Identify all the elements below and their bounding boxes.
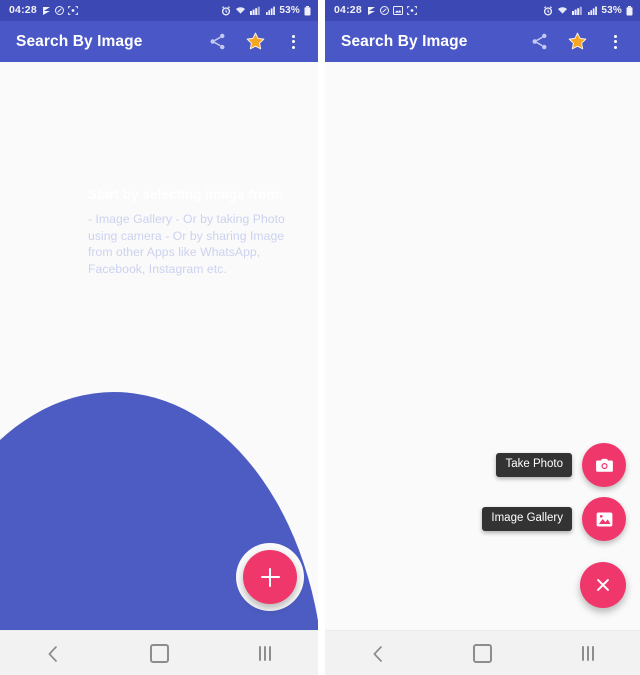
screenshot-capture-icon [406,6,417,15]
right-screen-body: Take Photo Image Gallery [325,62,640,630]
nav-recents[interactable] [235,637,295,671]
battery-icon [626,5,633,16]
nav-home[interactable] [129,637,189,671]
signal-bars-icon [588,6,598,15]
signal-bars-icon [266,6,276,15]
status-bar-left: 04:28 53% [0,0,318,21]
do-not-disturb-icon [379,6,389,15]
speed-dial-item-take-photo[interactable]: Take Photo [496,443,626,487]
s-pen-icon [367,6,376,16]
status-bar-clock: 04:28 [9,4,37,17]
status-bar-notification-icons [367,6,417,16]
recents-bars-icon [581,646,594,661]
system-nav-bar-left [0,630,318,675]
status-bar-right: 04:28 53% [325,0,640,21]
onboarding-headline: Start by selecting image from: [88,187,284,202]
alarm-icon [221,5,231,16]
battery-percent-label: 53% [601,4,622,16]
photo-gallery-icon [596,512,612,526]
nav-home[interactable] [453,637,513,671]
overflow-dots [613,33,617,51]
screenshot-stage: 04:28 53% Search By Image Start by selec… [0,0,640,675]
phone-screen-right: 04:28 53% Search By Image Take Photo Ima… [325,0,640,675]
recents-bars-icon [259,646,271,661]
overflow-menu-icon[interactable] [604,31,626,53]
left-screen-body: Start by selecting image from: - Image G… [0,62,318,630]
app-title: Search By Image [341,32,468,50]
take-photo-fab[interactable] [582,443,626,487]
nav-back[interactable] [23,637,83,671]
dual-sim-signal-icon [572,6,584,15]
image-notification-icon [392,6,403,15]
phone-screen-left: 04:28 53% Search By Image Start by selec… [0,0,318,675]
do-not-disturb-icon [54,6,64,15]
system-nav-bar-right [325,630,640,675]
toolbar-actions [206,31,308,53]
image-gallery-fab[interactable] [582,497,626,541]
speed-dial-item-image-gallery[interactable]: Image Gallery [482,497,626,541]
status-bar-system-icons: 53% [221,4,311,16]
battery-icon [304,5,311,16]
status-bar-notification-icons [42,6,78,16]
onboarding-instructions: - Image Gallery - Or by taking Photo usi… [88,212,285,276]
speed-dial-label-take-photo[interactable]: Take Photo [496,452,572,478]
speed-dial-label-image-gallery[interactable]: Image Gallery [482,506,572,532]
wifi-icon [557,6,568,15]
wifi-icon [235,6,246,15]
nav-recents[interactable] [558,637,618,671]
dual-sim-signal-icon [250,6,262,15]
plus-icon [260,567,280,587]
overflow-dots [291,33,295,51]
share-icon[interactable] [528,31,550,53]
s-pen-icon [42,6,51,16]
nav-back[interactable] [348,637,408,671]
app-toolbar-right: Search By Image [325,21,640,62]
app-title: Search By Image [16,32,143,50]
app-toolbar-left: Search By Image [0,21,318,62]
add-fab[interactable] [243,550,297,604]
status-bar-clock: 04:28 [334,4,362,17]
star-icon[interactable] [566,31,588,53]
screenshot-capture-icon [67,6,78,15]
battery-percent-label: 53% [279,4,300,16]
home-circle-icon [473,644,492,663]
alarm-icon [543,5,553,16]
onboarding-text-block: Start by selecting image from: - Image G… [88,187,303,277]
close-speed-dial-fab[interactable] [580,562,626,608]
status-bar-system-icons: 53% [543,4,633,16]
close-icon [595,577,611,593]
toolbar-actions [528,31,630,53]
overflow-menu-icon[interactable] [282,31,304,53]
home-circle-icon [149,644,169,663]
camera-icon [595,458,613,472]
star-icon[interactable] [244,31,266,53]
share-icon[interactable] [206,31,228,53]
